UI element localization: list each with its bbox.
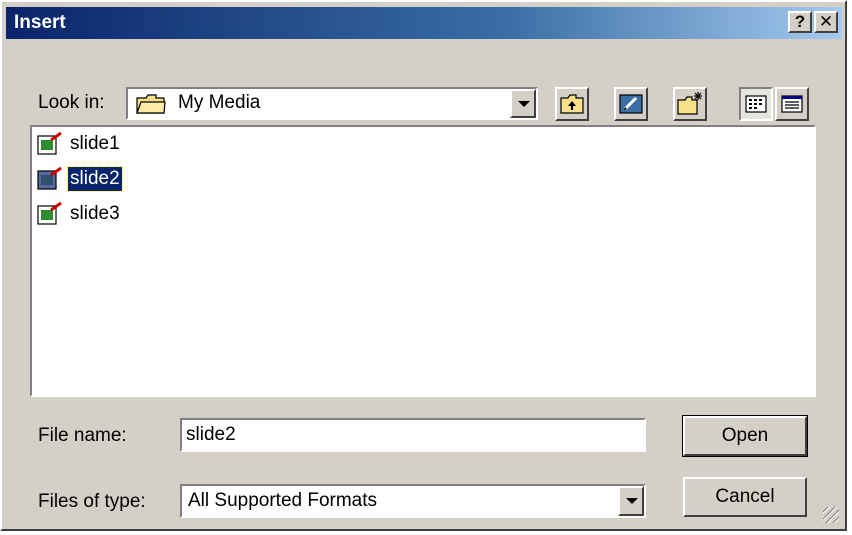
up-one-level-icon bbox=[557, 94, 587, 124]
cancel-button[interactable]: Cancel bbox=[683, 477, 807, 517]
close-button[interactable]: ✕ bbox=[814, 11, 838, 33]
file-name-label: slide1 bbox=[70, 133, 120, 154]
media-file-icon bbox=[36, 201, 64, 227]
look-in-value: My Media bbox=[178, 92, 261, 113]
title-bar[interactable]: Insert ? ✕ bbox=[6, 7, 842, 39]
look-in-combo[interactable]: My Media bbox=[126, 87, 538, 120]
details-view-icon bbox=[777, 95, 807, 124]
details-view-button[interactable] bbox=[775, 87, 809, 121]
look-in-label: Look in: bbox=[38, 92, 105, 113]
file-type-value: All Supported Formats bbox=[188, 490, 378, 511]
help-button[interactable]: ? bbox=[788, 11, 812, 33]
list-item[interactable]: slide1 bbox=[36, 129, 122, 159]
window-title: Insert bbox=[14, 12, 66, 33]
desktop-button[interactable] bbox=[614, 87, 648, 121]
list-item[interactable]: slide2 bbox=[36, 164, 123, 194]
open-button-label: Open bbox=[721, 425, 769, 446]
file-type-combo[interactable]: All Supported Formats bbox=[180, 484, 646, 518]
look-in-dropdown-button[interactable] bbox=[510, 89, 536, 118]
cancel-button-label: Cancel bbox=[715, 486, 775, 507]
open-button[interactable]: Open bbox=[682, 415, 808, 457]
file-type-dropdown-button[interactable] bbox=[618, 486, 644, 516]
media-file-icon bbox=[36, 131, 64, 157]
file-name-label: slide2 bbox=[67, 166, 123, 192]
list-view-icon bbox=[741, 95, 771, 124]
insert-dialog: Insert ? ✕ Look in: My Media slide1 slid… bbox=[0, 0, 847, 531]
media-file-icon bbox=[36, 166, 64, 192]
new-folder-button[interactable] bbox=[673, 87, 707, 121]
file-name-label: slide3 bbox=[70, 203, 120, 224]
folder-icon bbox=[136, 93, 166, 121]
file-name-input[interactable]: slide2 bbox=[180, 418, 646, 452]
up-one-level-button[interactable] bbox=[555, 87, 589, 121]
file-list[interactable]: slide1 slide2 slide3 bbox=[30, 125, 816, 397]
resize-grip[interactable] bbox=[823, 507, 839, 523]
file-type-label: Files of type: bbox=[38, 491, 146, 512]
list-item[interactable]: slide3 bbox=[36, 199, 122, 229]
list-view-button[interactable] bbox=[739, 87, 773, 121]
desktop-icon bbox=[616, 94, 646, 124]
new-folder-icon bbox=[675, 92, 705, 124]
file-name-label: File name: bbox=[38, 425, 127, 446]
